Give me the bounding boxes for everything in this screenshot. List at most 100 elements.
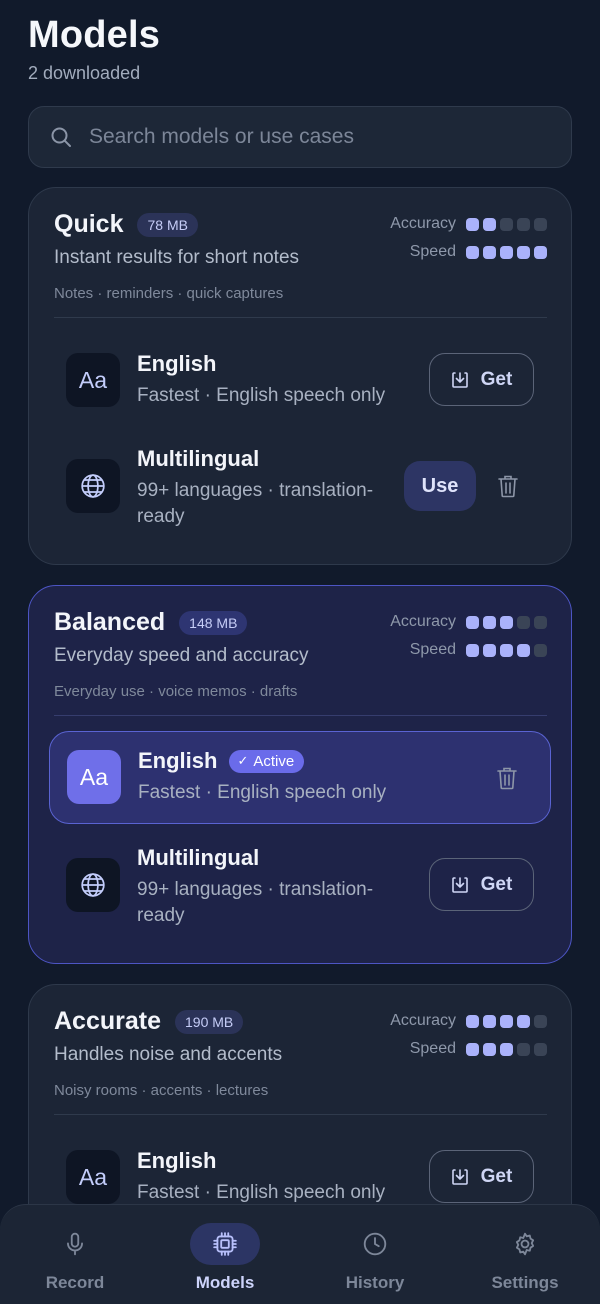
nav-label: Record <box>45 1273 105 1292</box>
variant-subtitle: Fastest · English speech only <box>137 385 386 406</box>
rating-dot <box>483 245 496 259</box>
model-metrics: Accuracy Speed <box>390 1007 547 1063</box>
get-label: Get <box>480 368 513 390</box>
use-button[interactable]: Use <box>404 461 476 511</box>
nav-history[interactable]: History <box>300 1205 450 1304</box>
model-metrics: Accuracy Speed <box>390 608 547 664</box>
nav-models[interactable]: Models <box>150 1205 300 1304</box>
speed-label: Speed <box>409 1040 456 1057</box>
rating-dot <box>500 245 513 259</box>
rating-dot <box>500 643 513 657</box>
model-use-cases: Noisy rooms · accents · lectures <box>54 1082 269 1099</box>
get-button[interactable]: Get <box>429 353 534 406</box>
download-icon <box>451 371 468 388</box>
model-description: Handles noise and accents <box>54 1044 283 1065</box>
search-input[interactable] <box>89 125 529 149</box>
rating-dot <box>517 615 530 629</box>
active-label: Active <box>253 752 295 770</box>
size-badge: 190 MB <box>175 1009 244 1034</box>
download-icon <box>451 1168 468 1185</box>
rating-dot <box>517 217 530 231</box>
bottom-nav: Record Models History Settings <box>0 1204 600 1304</box>
rating-dot <box>483 643 496 657</box>
speed-rating: Speed <box>390 238 547 266</box>
card-header: Quick 78 MB Instant results for short no… <box>54 210 299 302</box>
divider <box>54 715 547 716</box>
variant-subtitle: 99+ languages · translation-ready <box>137 879 374 926</box>
variant-subtitle: Fastest · English speech only <box>138 782 387 803</box>
model-description: Everyday speed and accuracy <box>54 645 309 666</box>
variant-subtitle: Fastest · English speech only <box>137 1182 386 1203</box>
variant-row-english: Aa English Fastest · English speech only… <box>29 335 571 425</box>
get-button[interactable]: Get <box>429 1150 534 1203</box>
model-description: Instant results for short notes <box>54 247 300 268</box>
variant-name: English <box>137 1148 217 1173</box>
model-use-cases: Everyday use · voice memos · drafts <box>54 683 298 700</box>
variant-row-english-active[interactable]: Aa English ✓ Active Fastest · English sp… <box>49 731 551 824</box>
accuracy-label: Accuracy <box>390 1012 456 1029</box>
trash-icon[interactable] <box>496 766 518 790</box>
get-label: Get <box>480 1165 513 1187</box>
chip-icon <box>213 1232 237 1256</box>
rating-dot <box>466 217 479 231</box>
rating-dot <box>517 1042 530 1056</box>
search-bar[interactable] <box>28 106 572 168</box>
rating-dot <box>483 1014 496 1028</box>
model-name: Balanced <box>54 608 166 636</box>
rating-dot <box>517 1014 530 1028</box>
variant-subtitle: 99+ languages · translation-ready <box>137 480 374 527</box>
gear-icon <box>515 1232 535 1256</box>
speed-label: Speed <box>409 243 456 260</box>
card-header: Accurate 190 MB Handles noise and accent… <box>54 1007 282 1099</box>
rating-dot <box>534 1014 547 1028</box>
divider <box>54 317 547 318</box>
accuracy-rating: Accuracy <box>390 210 547 238</box>
nav-label: Settings <box>491 1273 559 1292</box>
rating-dot <box>534 245 547 259</box>
rating-dot <box>500 1014 513 1028</box>
trash-icon[interactable] <box>497 474 519 498</box>
nav-label: History <box>345 1273 405 1292</box>
text-aa-icon: Aa <box>66 353 120 407</box>
variant-name: Multilingual <box>137 845 260 870</box>
speed-rating: Speed <box>390 1035 547 1063</box>
rating-dot <box>466 643 479 657</box>
rating-dot <box>483 615 496 629</box>
rating-dot <box>466 1014 479 1028</box>
rating-dot <box>534 217 547 231</box>
speed-dots <box>466 1042 547 1056</box>
rating-dot <box>466 245 479 259</box>
rating-dot <box>517 245 530 259</box>
model-use-cases: Notes · reminders · quick captures <box>54 285 284 302</box>
variant-name: English <box>138 748 218 773</box>
get-label: Get <box>480 873 513 895</box>
rating-dot <box>500 615 513 629</box>
model-card-balanced: Balanced 148 MB Everyday speed and accur… <box>28 585 572 964</box>
speed-label: Speed <box>409 641 456 658</box>
rating-dot <box>534 643 547 657</box>
variant-row-multilingual: Multilingual 99+ languages · translation… <box>29 841 571 945</box>
clock-icon <box>363 1232 387 1256</box>
size-badge: 148 MB <box>179 610 248 635</box>
download-icon <box>451 876 468 893</box>
rating-dot <box>466 1042 479 1056</box>
nav-settings[interactable]: Settings <box>450 1205 600 1304</box>
page-header: Models 2 downloaded <box>28 14 160 84</box>
check-icon: ✓ <box>237 753 249 768</box>
accuracy-label: Accuracy <box>390 613 456 630</box>
size-badge: 78 MB <box>137 212 198 237</box>
rating-dot <box>483 217 496 231</box>
model-name: Quick <box>54 210 124 238</box>
globe-icon <box>66 459 120 513</box>
page-title: Models <box>28 14 161 56</box>
rating-dot <box>517 643 530 657</box>
accuracy-dots <box>466 1014 547 1028</box>
globe-icon <box>66 858 120 912</box>
accuracy-rating: Accuracy <box>390 608 547 636</box>
model-name: Accurate <box>54 1007 161 1035</box>
nav-record[interactable]: Record <box>0 1205 150 1304</box>
speed-dots <box>466 245 547 259</box>
get-button[interactable]: Get <box>429 858 534 911</box>
search-icon <box>51 127 71 147</box>
variant-name: English <box>137 351 217 376</box>
